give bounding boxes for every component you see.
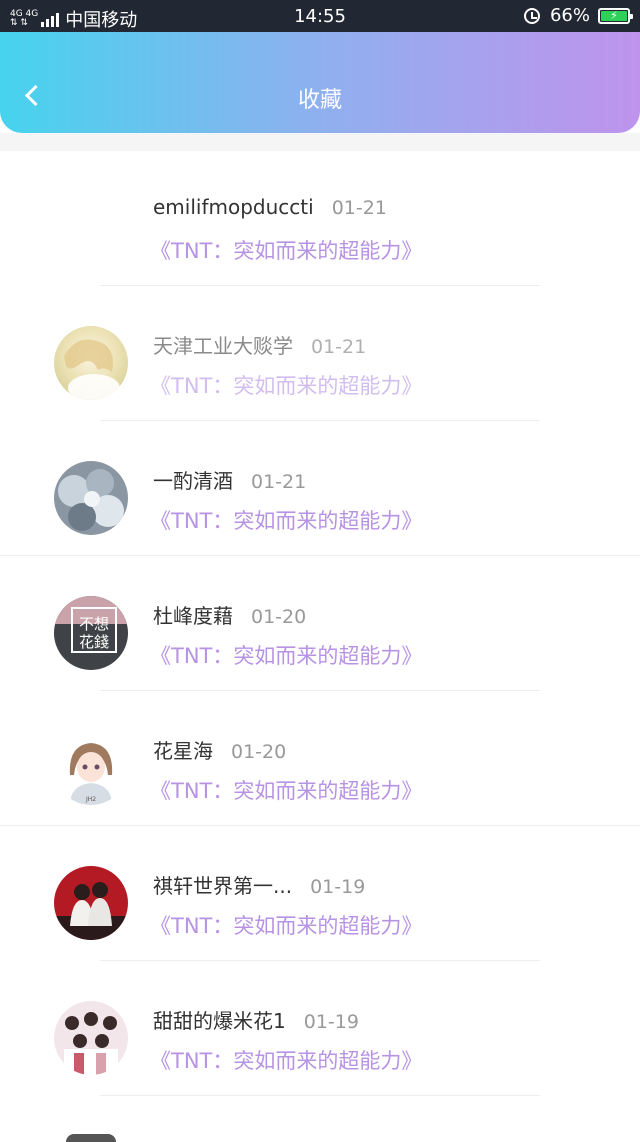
item-date: 01-21 bbox=[311, 336, 367, 358]
list-item[interactable]: 一酌清酒 01-21 《TNT：突如而来的超能力》 bbox=[0, 421, 640, 556]
list-item[interactable]: 天津工业大赕学 01-21 《TNT：突如而来的超能力》 bbox=[0, 286, 640, 421]
user-name[interactable]: 甜甜的爆米花1 bbox=[153, 1005, 286, 1034]
list-item[interactable]: 甜甜的爆米花1 01-19 《TNT：突如而来的超能力》 bbox=[0, 961, 640, 1096]
favorites-list: emilifmopduccti 01-21 《TNT：突如而来的超能力》 天津工… bbox=[0, 151, 640, 1096]
avatar[interactable]: JH2 bbox=[54, 731, 128, 805]
alarm-icon bbox=[523, 7, 540, 24]
user-name[interactable]: 祺轩世界第一... bbox=[153, 870, 292, 899]
item-date: 01-20 bbox=[231, 741, 287, 763]
battery-charging-icon: ⚡ bbox=[601, 10, 627, 21]
book-title-link[interactable]: 《TNT：突如而来的超能力》 bbox=[150, 505, 422, 535]
book-title-link[interactable]: 《TNT：突如而来的超能力》 bbox=[150, 1045, 422, 1075]
divider bbox=[100, 1095, 540, 1096]
avatar[interactable]: 不想 花錢 bbox=[54, 596, 128, 670]
book-title-link[interactable]: 《TNT：突如而来的超能力》 bbox=[150, 910, 422, 940]
avatar-text-bottom: 花錢 bbox=[79, 633, 109, 651]
list-item[interactable]: 不想 花錢 杜峰度藉 01-20 《TNT：突如而来的超能力》 bbox=[0, 556, 640, 691]
book-title-link[interactable]: 《TNT：突如而来的超能力》 bbox=[150, 370, 422, 400]
book-title-link[interactable]: 《TNT：突如而来的超能力》 bbox=[150, 640, 422, 670]
status-right: 66% ⚡ bbox=[523, 5, 633, 26]
item-date: 01-19 bbox=[303, 1011, 359, 1033]
list-item[interactable]: 祺轩世界第一... 01-19 《TNT：突如而来的超能力》 bbox=[0, 826, 640, 961]
list-item[interactable]: emilifmopduccti 01-21 《TNT：突如而来的超能力》 bbox=[0, 151, 640, 286]
svg-text:JH2: JH2 bbox=[85, 796, 96, 803]
user-name[interactable]: emilifmopduccti bbox=[153, 195, 314, 219]
user-name[interactable]: 杜峰度藉 bbox=[153, 600, 233, 629]
user-name[interactable]: 花星海 bbox=[153, 735, 213, 764]
avatar[interactable] bbox=[54, 1001, 128, 1075]
user-name[interactable]: 天津工业大赕学 bbox=[153, 330, 293, 359]
book-title-link[interactable]: 《TNT：突如而来的超能力》 bbox=[150, 235, 422, 265]
battery-percent: 66% bbox=[549, 5, 590, 26]
avatar[interactable] bbox=[54, 866, 128, 940]
avatar-text-top: 不想 bbox=[79, 615, 109, 633]
avatar[interactable] bbox=[66, 1134, 116, 1142]
battery-icon: ⚡ bbox=[598, 7, 633, 24]
avatar[interactable] bbox=[54, 461, 128, 535]
item-date: 01-21 bbox=[331, 197, 387, 219]
avatar[interactable] bbox=[54, 326, 128, 400]
page-title: 收藏 bbox=[297, 88, 342, 113]
item-date: 01-19 bbox=[310, 876, 366, 898]
book-title-link[interactable]: 《TNT：突如而来的超能力》 bbox=[150, 775, 422, 805]
list-item[interactable]: JH2 花星海 01-20 《TNT：突如而来的超能力》 bbox=[0, 691, 640, 826]
status-bar: 4G 4G ⇅ ⇅ 中国移动 14:55 66% ⚡ bbox=[0, 0, 640, 32]
item-date: 01-20 bbox=[251, 606, 307, 628]
header-gap bbox=[0, 133, 640, 151]
user-name[interactable]: 一酌清酒 bbox=[153, 465, 233, 494]
header-bar: 收藏 bbox=[0, 32, 640, 133]
avatar[interactable] bbox=[54, 191, 128, 265]
item-date: 01-21 bbox=[251, 471, 307, 493]
